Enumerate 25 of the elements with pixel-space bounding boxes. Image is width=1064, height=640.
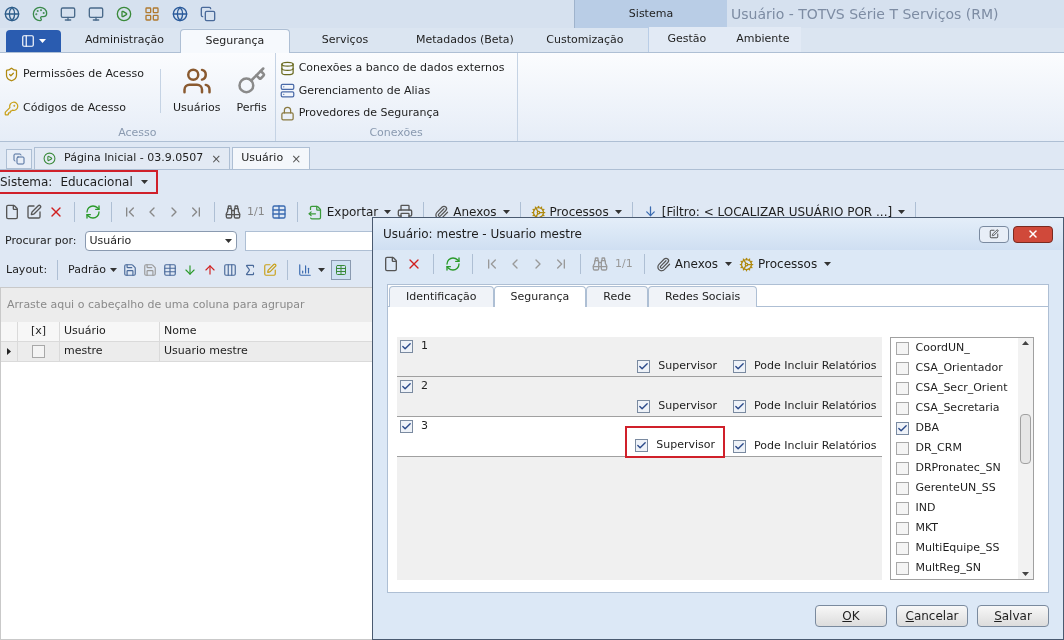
system-label: Sistema: — [0, 174, 53, 191]
entry-label: 3 — [421, 418, 428, 435]
record-counter: 1/1 — [615, 255, 633, 272]
option-label: Supervisor — [658, 357, 718, 374]
window-title: Usuário - TOTVS Série T Serviços (RM) — [730, 4, 999, 24]
tab-label: Página Inicial - 03.9.0507 — [64, 150, 204, 167]
option-label: Supervisor — [658, 397, 718, 414]
option-label: Pode Incluir Relatórios — [754, 437, 877, 454]
layout-label: Layout: — [6, 261, 48, 278]
system-value: Educacional — [60, 174, 133, 191]
tab-label: Usuário — [241, 150, 284, 167]
table-cell: mestre — [59, 342, 159, 361]
ribbon-group-label: Conexões — [368, 125, 424, 141]
option-label: Pode Incluir Relatórios — [754, 397, 877, 414]
dialog-title: Usuário: mestre - Usuario mestre — [383, 226, 582, 243]
option-label: Pode Incluir Relatórios — [754, 357, 877, 374]
ribbon-group-label: Acesso — [117, 125, 158, 141]
record-counter: 1/1 — [247, 203, 265, 220]
table-cell: Usuario mestre — [159, 342, 369, 361]
entry-label: 1 — [421, 338, 428, 355]
group-by-hint: Arraste aqui o cabeçalho de uma coluna para agrupar — [7, 296, 305, 313]
context-tab-group: Sistema — [574, 0, 727, 28]
search-label: Procurar por: — [5, 232, 77, 249]
entry-label: 2 — [421, 378, 428, 395]
option-label: Supervisor — [656, 436, 716, 453]
